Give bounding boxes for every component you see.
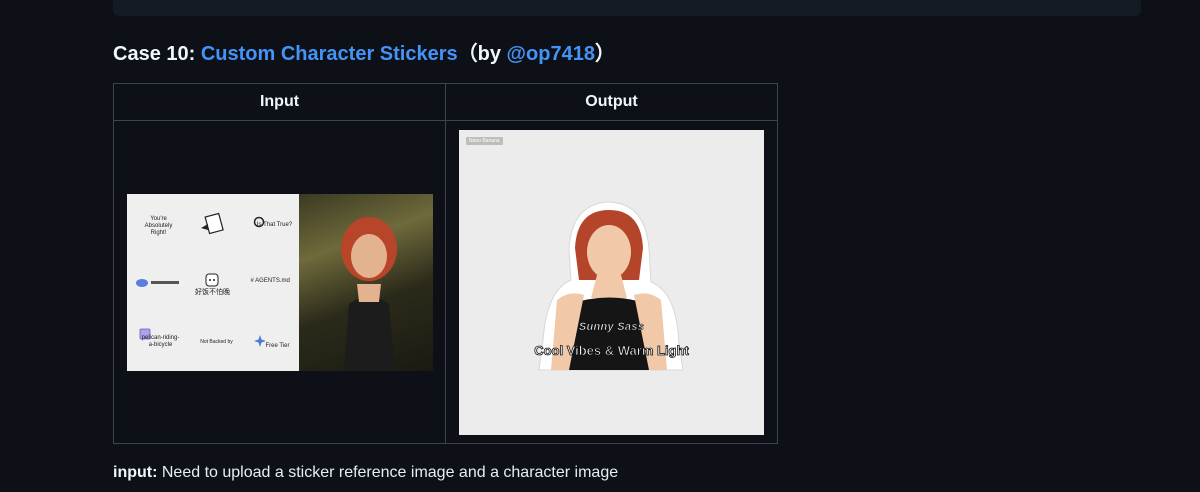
sticker-character-illustration <box>538 200 684 370</box>
by-close: ） <box>594 43 615 65</box>
case-title-link[interactable]: Custom Character Stickers <box>201 43 458 65</box>
input-cell: You're Absolutely Right! Is That True? 好… <box>113 120 446 444</box>
table-header-row: Input Output <box>113 83 778 121</box>
header-output: Output <box>445 83 778 121</box>
input-note-label: input: <box>113 464 158 481</box>
table-row: You're Absolutely Right! Is That True? 好… <box>113 120 778 444</box>
output-image[interactable]: Nano Banana Sunny Sass Cool Vibes & Warm… <box>459 129 764 435</box>
character-portrait-illustration <box>340 216 397 371</box>
character-photo <box>298 193 433 371</box>
input-image[interactable]: You're Absolutely Right! Is That True? 好… <box>126 193 433 371</box>
sticker-caption-small: Sunny Sass <box>578 320 645 333</box>
output-cell: Nano Banana Sunny Sass Cool Vibes & Warm… <box>445 120 778 444</box>
input-note: input: Need to upload a sticker referenc… <box>113 464 618 482</box>
sticker-pelican: pelican-riding-a-bicycle <box>141 334 180 348</box>
code-block-bottom <box>113 0 1141 16</box>
author-link[interactable]: @op7418 <box>507 43 595 65</box>
input-note-text: Need to upload a sticker reference image… <box>157 464 619 481</box>
cloud-logo-icon <box>135 278 179 287</box>
cat-face-icon <box>205 273 218 286</box>
sticker-caption-large: Cool Vibes & Warm Light <box>534 342 689 358</box>
sticker-free-tier: Free Tier <box>265 342 290 349</box>
case-table: Input Output You're Absolutely Right! Is… <box>113 83 778 444</box>
refresh-icon <box>253 216 264 227</box>
case-heading: Case 10: Custom Character Stickers（by @o… <box>113 40 615 68</box>
sticker-not-backed: Not Backed by <box>200 338 233 345</box>
paper-hand-icon <box>200 212 224 234</box>
header-input: Input <box>113 83 446 121</box>
sticker-absolutely-right: You're Absolutely Right! <box>144 215 173 236</box>
sticker-agents-md: # AGENTS.md <box>250 277 290 284</box>
by-open: （by <box>457 43 507 65</box>
case-prefix: Case 10: <box>113 43 201 65</box>
sticker-chinese-text: 好饭不怕晚 <box>195 288 230 296</box>
sticker-reference-grid: You're Absolutely Right! Is That True? 好… <box>126 193 299 371</box>
